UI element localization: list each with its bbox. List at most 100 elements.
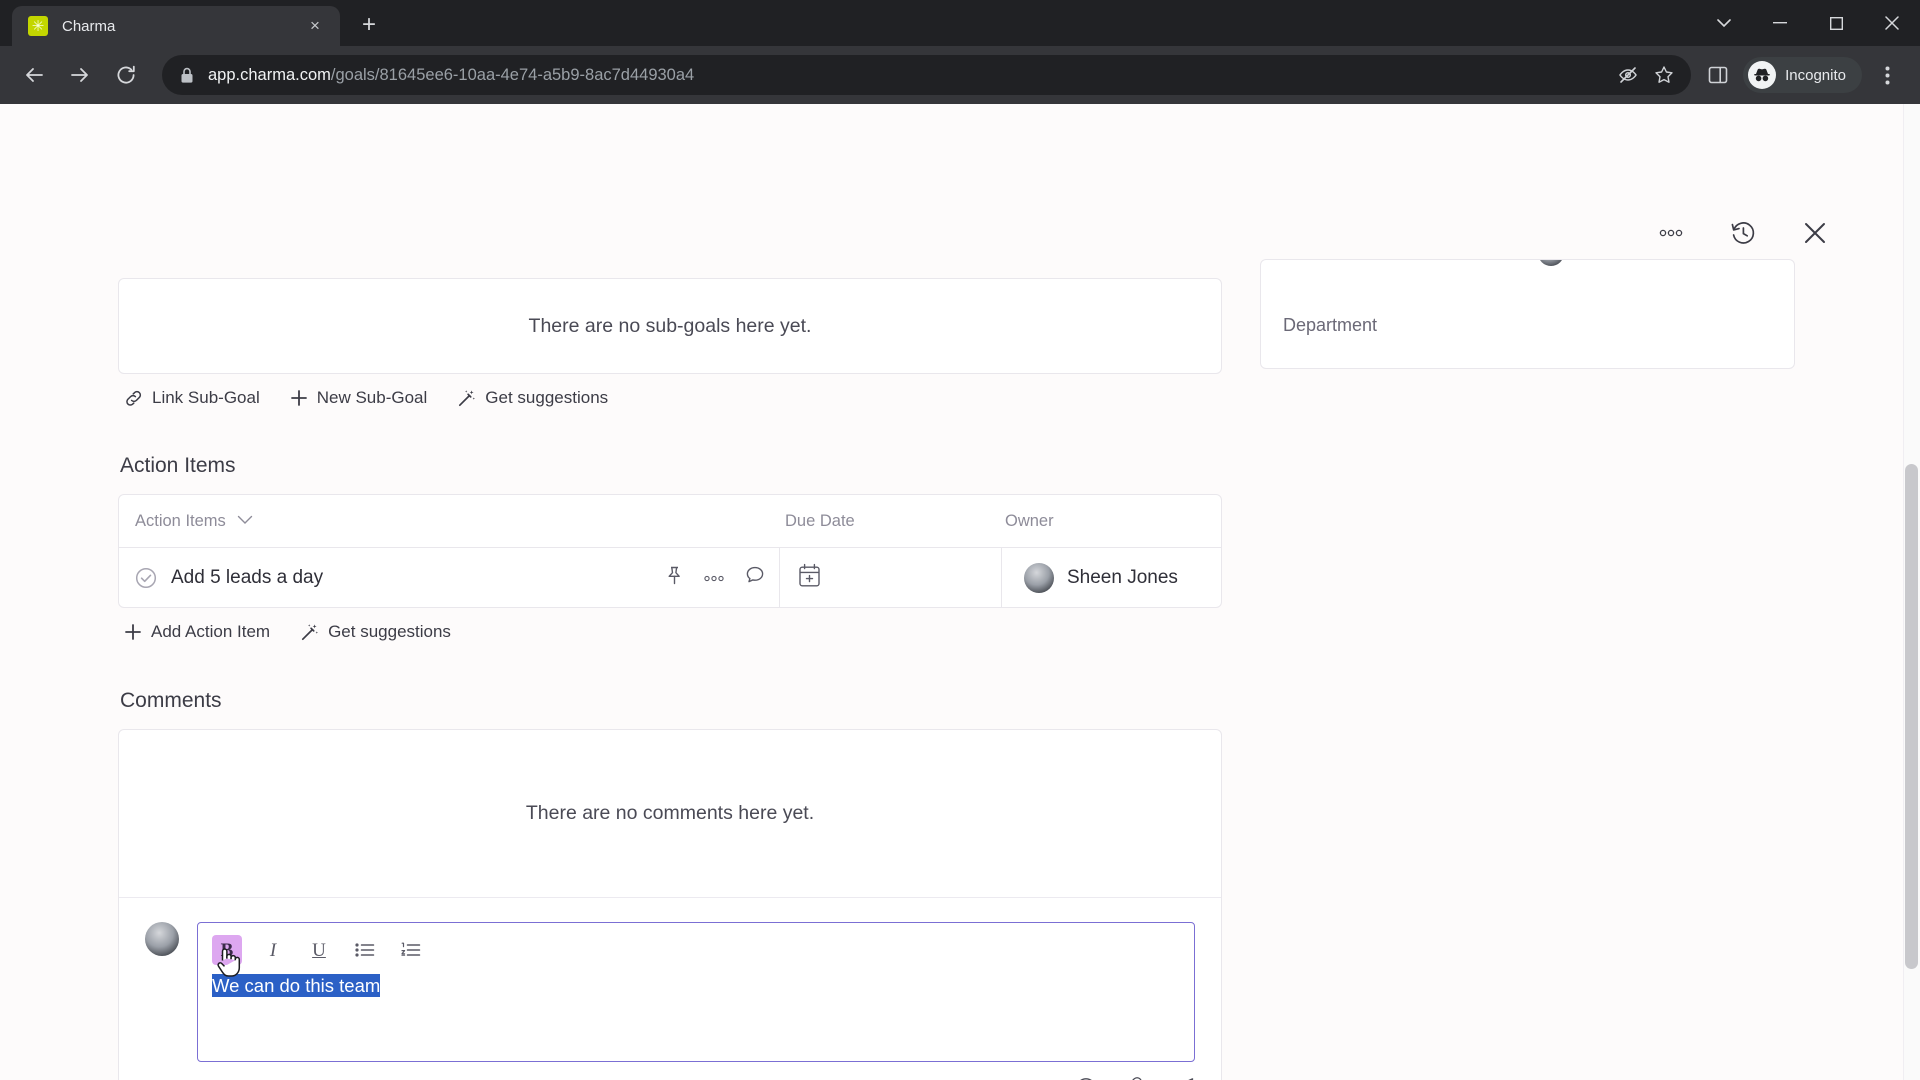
row-action-icons	[666, 565, 765, 590]
col-header-action-items[interactable]: Action Items	[119, 512, 779, 531]
new-tab-button[interactable]: +	[350, 6, 388, 44]
col-header-due-date: Due Date	[779, 512, 1001, 531]
browser-tab-charma[interactable]: ✳ Charma ×	[12, 6, 340, 46]
underline-label: U	[312, 939, 326, 961]
col-label-owner: Owner	[1005, 511, 1054, 530]
chevron-down-icon[interactable]	[237, 512, 253, 530]
action-items-title: Action Items	[120, 454, 236, 477]
bulleted-list-button[interactable]	[350, 935, 380, 965]
window-close-icon[interactable]	[1864, 0, 1920, 46]
table-row[interactable]: Add 5 leads a day Sheen Jones	[119, 547, 1221, 607]
add-action-item-label: Add Action Item	[151, 622, 271, 641]
send-plane-icon[interactable]	[1171, 1076, 1195, 1080]
ellipsis-icon[interactable]	[704, 569, 724, 587]
details-card: Workspace Mike Flaries Department	[1260, 259, 1795, 369]
address-bar[interactable]: app.charma.com/goals/81645ee6-10aa-4e74-…	[162, 55, 1692, 95]
comment-composer: B I U We can do this team	[119, 898, 1221, 1062]
numbered-list-button[interactable]	[396, 935, 426, 965]
action-items-section: Action Items Action Items Due Date Owner…	[118, 454, 1222, 642]
browser-chrome: ✳ Charma × + app.charma.com/goals/81645e…	[0, 0, 1920, 104]
underline-button[interactable]: U	[304, 935, 334, 965]
maximize-icon[interactable]	[1808, 0, 1864, 46]
link-subgoal-button[interactable]: Link Sub-Goal	[124, 388, 260, 408]
new-subgoal-button[interactable]: New Sub-Goal	[290, 388, 428, 408]
comments-empty-text: There are no comments here yet.	[525, 802, 815, 824]
table-header-row: Action Items Due Date Owner	[119, 495, 1221, 547]
calendar-add-icon[interactable]	[798, 563, 821, 593]
comment-input[interactable]: We can do this team	[212, 974, 1180, 997]
tab-strip: ✳ Charma × +	[0, 0, 1920, 46]
kebab-menu-icon[interactable]	[1868, 56, 1906, 94]
action-item-title[interactable]: Add 5 leads a day	[171, 567, 323, 589]
incognito-icon	[1748, 61, 1777, 89]
lock-icon	[180, 67, 194, 84]
omnibox-icons	[1611, 58, 1681, 92]
avatar	[145, 922, 179, 956]
forward-icon[interactable]	[60, 55, 100, 95]
magic-wand-icon	[300, 623, 319, 642]
plus-icon	[124, 623, 142, 641]
due-date-cell[interactable]	[779, 548, 1001, 607]
action-item-cell: Add 5 leads a day	[119, 548, 779, 607]
subgoals-actions: Link Sub-Goal New Sub-Goal Get suggestio…	[118, 374, 1222, 408]
bullet-list-icon	[355, 943, 375, 957]
window-controls	[1696, 0, 1920, 46]
link-icon	[124, 389, 143, 408]
profile-label: Incognito	[1785, 66, 1846, 84]
goal-detail-page: There are no sub-goals here yet. Link Su…	[0, 104, 1920, 1080]
numbered-list-icon	[401, 942, 421, 956]
comment-text-selected: We can do this team	[212, 974, 381, 997]
comments-card: There are no comments here yet. B I U We…	[118, 729, 1222, 1080]
url-text: app.charma.com/goals/81645ee6-10aa-4e74-…	[208, 66, 694, 85]
comments-section: Comments There are no comments here yet.…	[118, 689, 1222, 1080]
scrollbar-thumb[interactable]	[1905, 464, 1918, 969]
owner-name: Sheen Jones	[1067, 566, 1178, 588]
side-panel-icon[interactable]	[1701, 58, 1735, 92]
page-content: There are no sub-goals here yet. Link Su…	[0, 104, 1920, 1080]
composer-icons: GIF	[1021, 1076, 1195, 1080]
subgoal-get-suggestions-button[interactable]: Get suggestions	[457, 388, 608, 408]
sidebar-value-workspace: Mike Flaries	[1538, 260, 1673, 266]
add-action-item-button[interactable]: Add Action Item	[124, 622, 270, 642]
col-header-owner: Owner	[1001, 512, 1221, 531]
owner-cell[interactable]: Sheen Jones	[1001, 548, 1221, 607]
check-circle-icon[interactable]	[135, 567, 157, 589]
sidebar-workspace-name: Mike Flaries	[1576, 260, 1673, 264]
star-icon[interactable]	[1647, 58, 1681, 92]
pin-icon[interactable]	[666, 566, 683, 590]
new-subgoal-label: New Sub-Goal	[316, 388, 428, 407]
profile-incognito-button[interactable]: Incognito	[1743, 57, 1862, 93]
italic-button[interactable]: I	[258, 935, 288, 965]
charma-logo-icon: ✳	[28, 16, 48, 36]
col-label-due-date: Due Date	[785, 511, 855, 530]
url-host: app.charma.com	[208, 65, 331, 84]
action-items-actions: Add Action Item Get suggestions	[118, 608, 1222, 642]
bold-button[interactable]: B	[212, 935, 242, 965]
back-icon[interactable]	[14, 55, 54, 95]
italic-label: I	[269, 939, 277, 961]
sidebar-row-workspace[interactable]: Workspace Mike Flaries	[1261, 260, 1794, 282]
comments-title: Comments	[120, 689, 222, 712]
subgoal-suggestions-label: Get suggestions	[485, 388, 609, 407]
subgoals-empty-card: There are no sub-goals here yet.	[118, 278, 1222, 374]
minimize-icon[interactable]	[1752, 0, 1808, 46]
subgoals-empty-text: There are no sub-goals here yet.	[528, 314, 812, 337]
comments-empty: There are no comments here yet.	[119, 730, 1221, 898]
col-label-action-items: Action Items	[135, 511, 226, 530]
eye-crossed-icon[interactable]	[1611, 58, 1645, 92]
plus-icon	[290, 389, 308, 407]
action-items-get-suggestions-button[interactable]: Get suggestions	[300, 622, 451, 642]
sidebar-row-department[interactable]: Department	[1261, 282, 1794, 368]
composer-footer: Return sendShift + Return to add a new l…	[119, 1062, 1221, 1080]
tab-close-icon[interactable]: ×	[302, 13, 328, 39]
avatar	[1024, 562, 1054, 593]
comment-editor[interactable]: B I U We can do this team	[197, 922, 1195, 1062]
page-scrollbar[interactable]	[1903, 104, 1920, 1080]
comment-bubble-icon[interactable]	[745, 565, 765, 590]
browser-toolbar: app.charma.com/goals/81645ee6-10aa-4e74-…	[0, 46, 1920, 104]
action-items-suggestions-label: Get suggestions	[328, 622, 451, 641]
bold-label: B	[220, 939, 234, 961]
tab-search-icon[interactable]	[1696, 0, 1752, 46]
reload-icon[interactable]	[106, 55, 146, 95]
magic-wand-icon	[457, 389, 476, 408]
